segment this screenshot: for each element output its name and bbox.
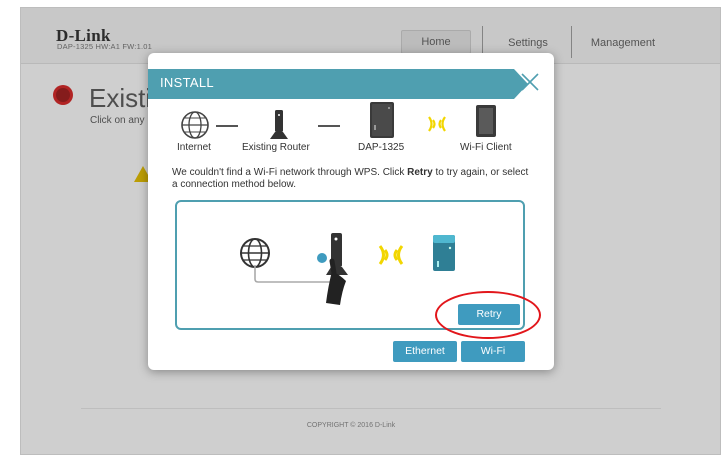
retry-button[interactable]: Retry [458, 304, 520, 325]
message-text: We couldn't find a Wi-Fi network through… [172, 167, 408, 178]
router-wps-icon [316, 231, 356, 316]
install-dialog: INSTALL Internet Existing Router DAP-132… [148, 53, 554, 370]
wifi-signal-icon [424, 113, 450, 140]
wifi-signal-icon [372, 241, 408, 274]
tablet-icon [475, 104, 497, 143]
globe-icon [180, 110, 210, 145]
extender-icon [369, 101, 395, 144]
extender-blue-icon [431, 233, 457, 278]
connector-line [216, 125, 238, 127]
wifi-button[interactable]: Wi-Fi [461, 341, 525, 362]
message-retry-emphasis: Retry [407, 167, 433, 178]
step-label-extender: DAP-1325 [358, 142, 405, 153]
ethernet-button[interactable]: Ethernet [393, 341, 457, 362]
status-message: We couldn't find a Wi-Fi network through… [172, 167, 532, 191]
step-label-router: Existing Router [242, 142, 310, 153]
step-label-wifi-client: Wi-Fi Client [460, 142, 512, 153]
router-icon [269, 108, 289, 145]
connector-line [318, 125, 340, 127]
dialog-title: INSTALL [160, 75, 214, 90]
step-label-internet: Internet [177, 142, 211, 153]
close-icon[interactable] [519, 71, 541, 93]
